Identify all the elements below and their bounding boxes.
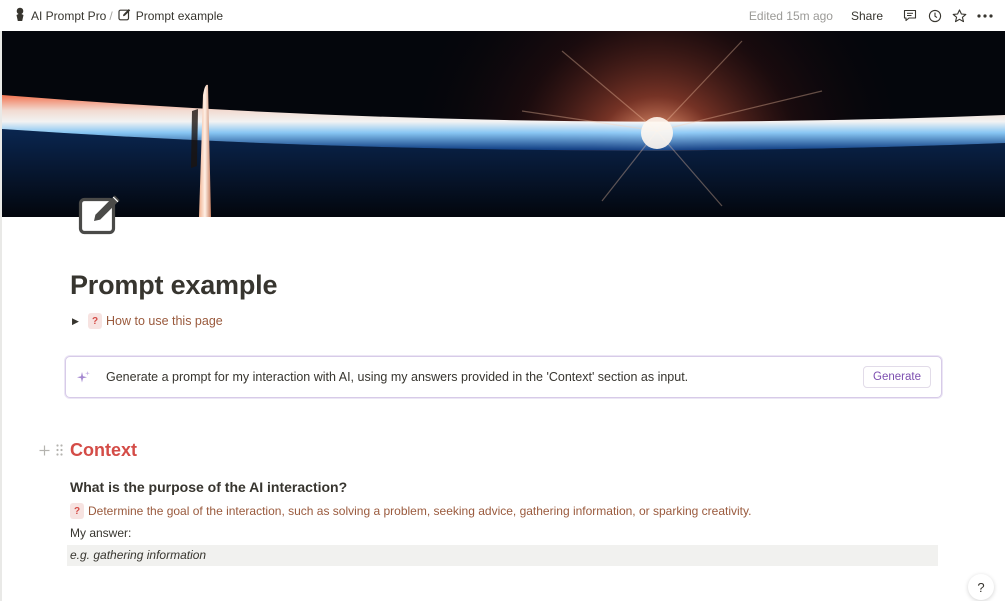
generate-button[interactable]: Generate xyxy=(863,366,931,388)
history-clock-icon[interactable] xyxy=(922,5,947,27)
purpose-hint-text: Determine the goal of the interaction, s… xyxy=(88,504,752,518)
top-bar: AI Prompt Pro / Prompt example Edited 15… xyxy=(0,0,1005,31)
how-to-use-toggle[interactable]: ▶ ? How to use this page xyxy=(72,313,223,329)
breadcrumb: AI Prompt Pro / Prompt example xyxy=(12,5,225,26)
purpose-hint[interactable]: ? Determine the goal of the interaction,… xyxy=(70,503,751,519)
page-title[interactable]: Prompt example xyxy=(70,270,277,301)
answer-input[interactable]: e.g. gathering information xyxy=(67,545,938,566)
breadcrumb-workspace[interactable]: AI Prompt Pro xyxy=(12,5,108,26)
purpose-question-heading[interactable]: What is the purpose of the AI interactio… xyxy=(70,479,347,495)
breadcrumb-page-label: Prompt example xyxy=(135,8,224,23)
more-options-icon[interactable] xyxy=(972,5,997,27)
breadcrumb-page[interactable]: Prompt example xyxy=(116,6,225,26)
edited-timestamp: Edited 15m ago xyxy=(748,8,833,23)
breadcrumb-workspace-label: AI Prompt Pro xyxy=(31,8,107,23)
cover-image[interactable] xyxy=(2,31,1005,217)
question-badge-icon: ? xyxy=(70,503,84,519)
edit-note-icon xyxy=(118,8,131,24)
add-block-icon[interactable] xyxy=(39,443,50,461)
context-heading[interactable]: Context xyxy=(70,440,137,461)
question-badge-icon: ? xyxy=(88,313,102,329)
block-handles xyxy=(39,443,63,461)
favorite-star-icon[interactable] xyxy=(947,5,972,27)
drag-handle-icon[interactable] xyxy=(56,443,63,461)
my-answer-label[interactable]: My answer: xyxy=(70,526,131,540)
top-bar-actions: Edited 15m ago Share xyxy=(749,5,997,27)
comments-icon[interactable] xyxy=(897,5,922,27)
ai-prompt-block[interactable]: Generate a prompt for my interaction wit… xyxy=(65,356,942,398)
breadcrumb-separator: / xyxy=(109,8,113,23)
sparkle-icon xyxy=(76,370,92,385)
person-silhouette-icon xyxy=(14,7,26,24)
help-button[interactable]: ? xyxy=(968,574,994,600)
left-edge-divider xyxy=(0,31,2,601)
share-button[interactable]: Share xyxy=(847,7,887,25)
toggle-triangle-icon[interactable]: ▶ xyxy=(72,316,88,327)
toggle-label: How to use this page xyxy=(106,314,223,328)
ai-prompt-text: Generate a prompt for my interaction wit… xyxy=(106,370,689,384)
edit-note-icon[interactable] xyxy=(77,191,123,237)
